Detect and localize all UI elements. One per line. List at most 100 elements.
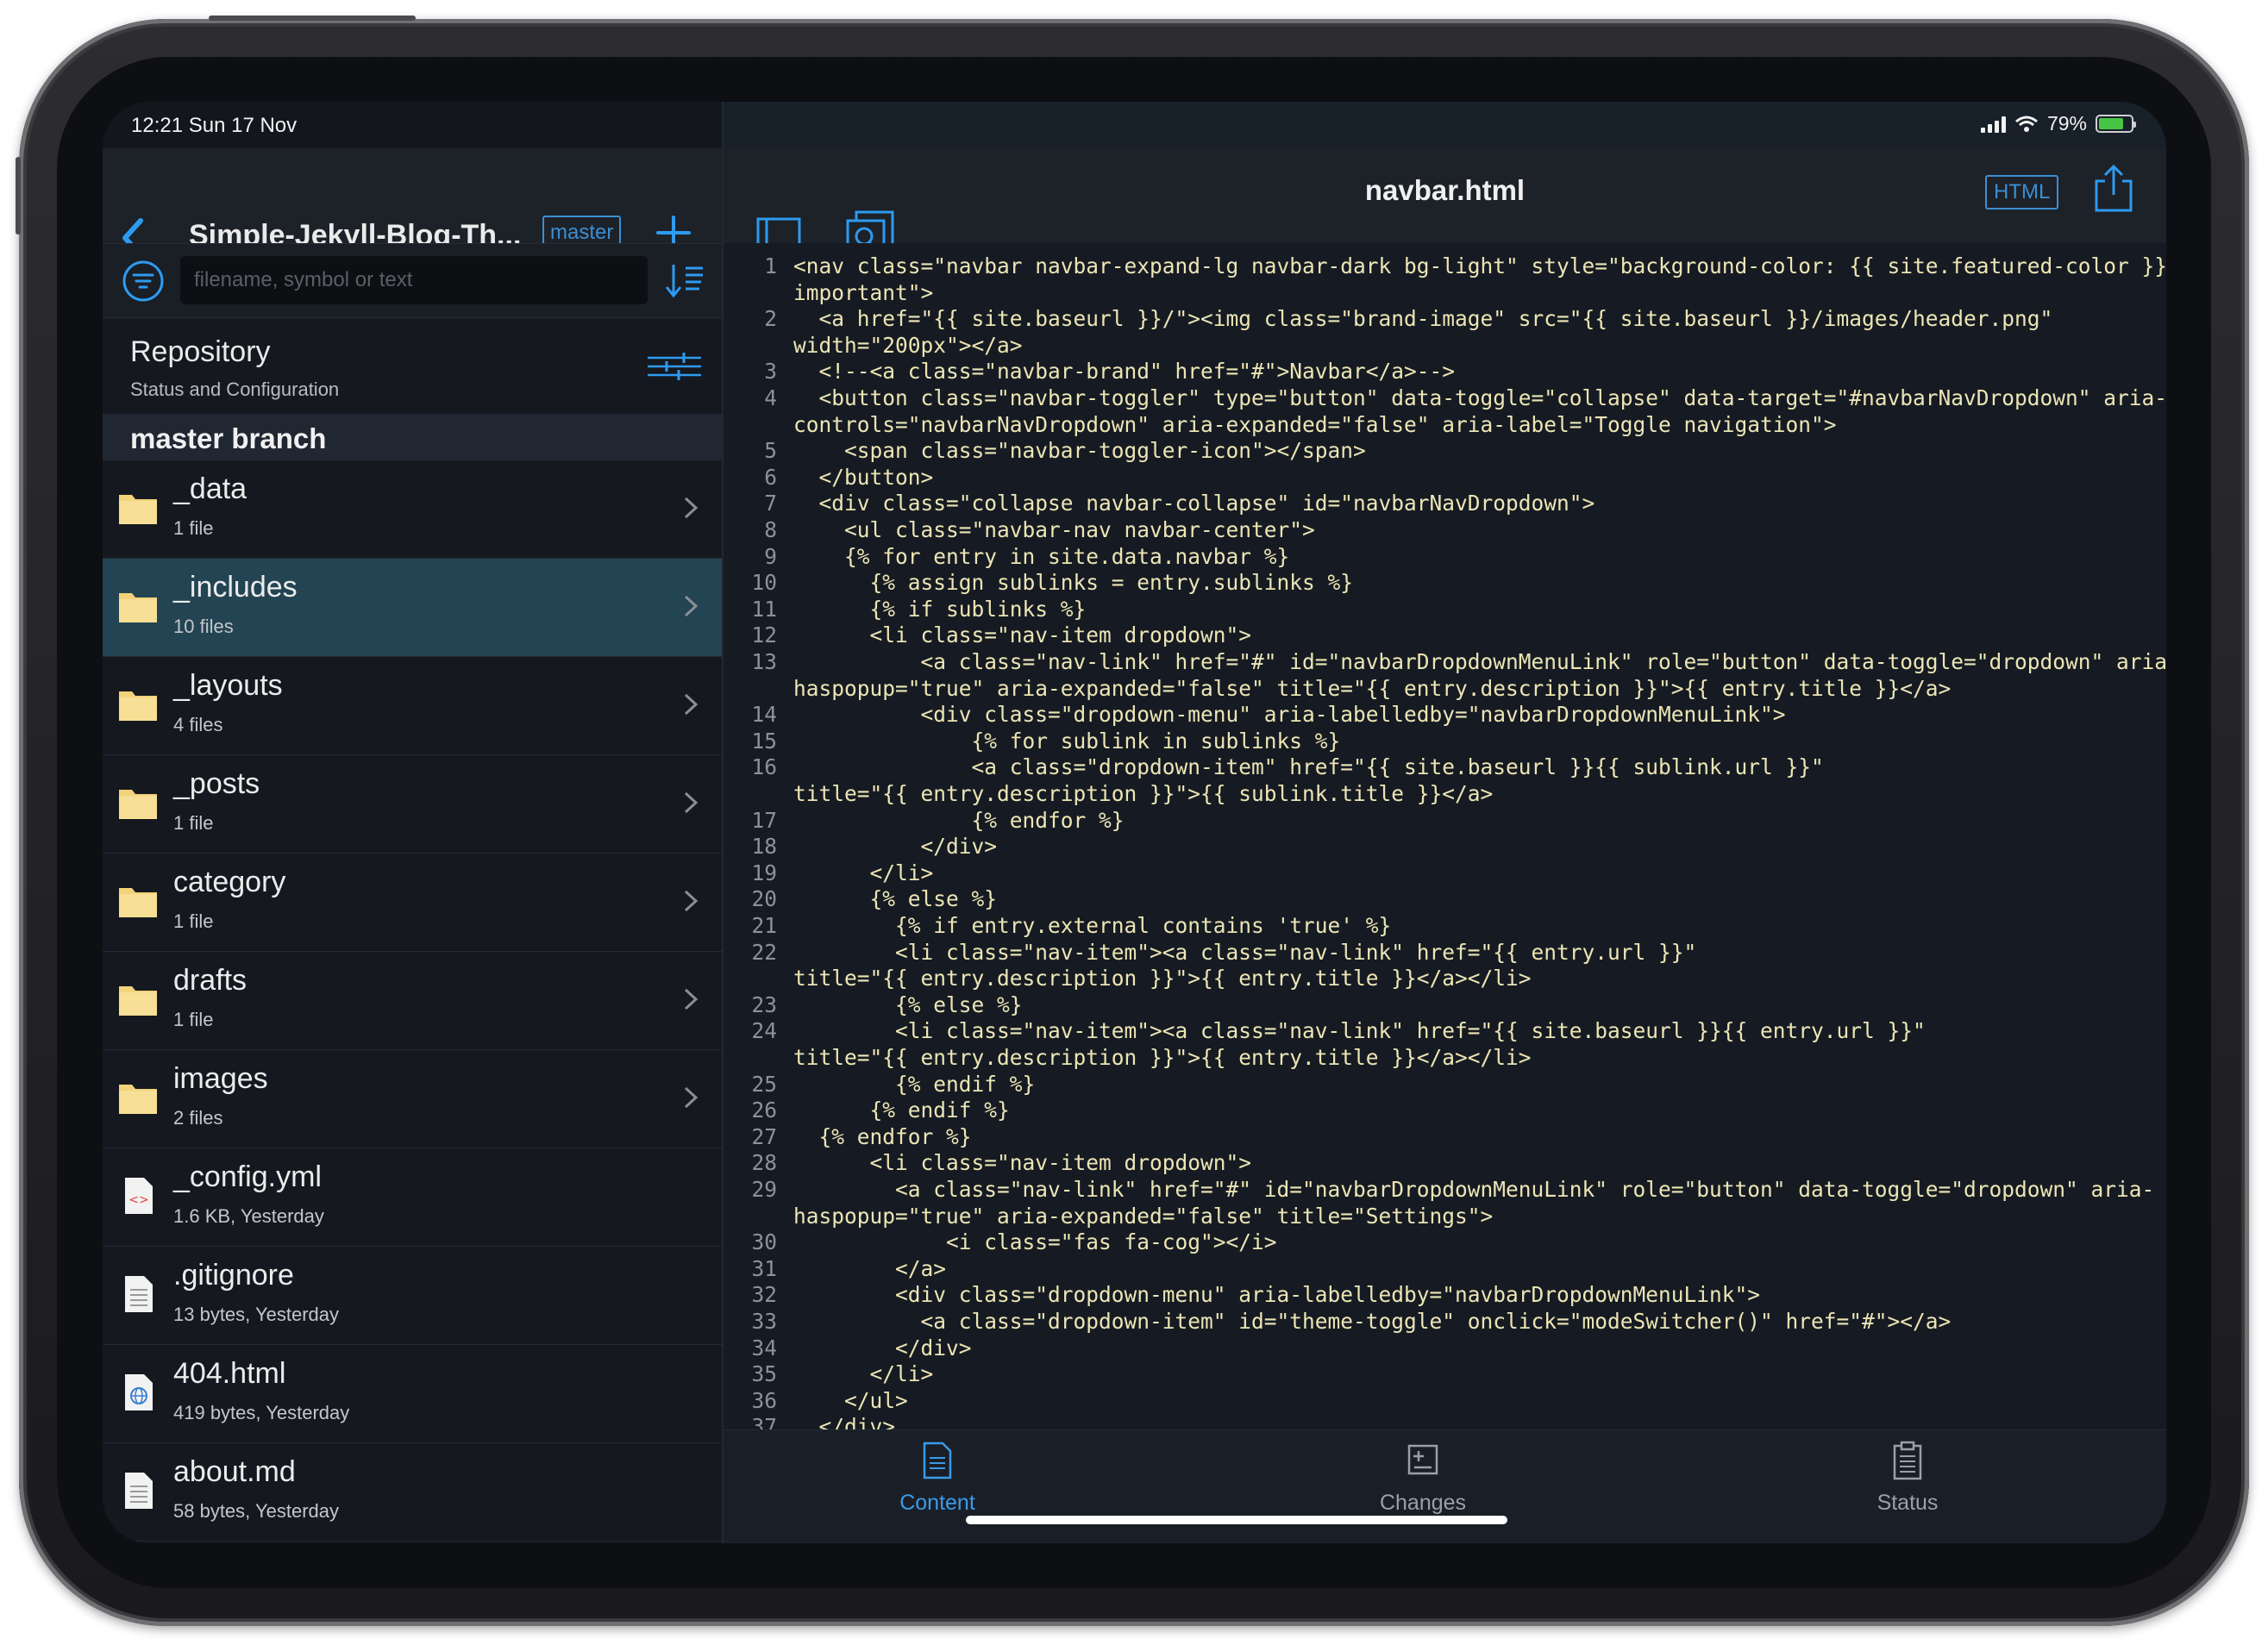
line-text: {% else %} — [793, 991, 1023, 1017]
folder-row[interactable]: category 1 file — [103, 854, 722, 952]
document-title: navbar.html — [1364, 174, 1526, 206]
repository-label: Repository — [130, 335, 271, 368]
line-number: 14 — [751, 702, 777, 728]
branch-section-header: master branch — [103, 414, 722, 460]
line-text: title="{{ entry.description }}">{{ subli… — [793, 781, 1494, 806]
file-meta: 1 file — [173, 910, 214, 932]
file-meta: 1.6 KB, Yesterday — [173, 1205, 324, 1227]
line-text: <li class="nav-item dropdown"> — [793, 1150, 1252, 1176]
top-button — [209, 16, 416, 21]
line-number: 19 — [751, 860, 777, 885]
line-number: 9 — [764, 543, 777, 569]
line-number: 8 — [764, 517, 777, 542]
sort-icon[interactable] — [661, 260, 706, 303]
line-text: title="{{ entry.description }}">{{ entry… — [793, 1045, 1532, 1070]
code-line: controls="navbarNavDropdown" aria-expand… — [724, 412, 2166, 438]
battery-fill — [2099, 118, 2124, 129]
line-text: <a class="dropdown-item" id="theme-toggl… — [793, 1309, 1952, 1334]
file-row[interactable]: 404.html 419 bytes, Yesterday — [103, 1345, 722, 1443]
file-meta: 1 file — [173, 812, 214, 834]
code-line: 20 {% else %} — [724, 886, 2166, 912]
code-file-icon: <> — [116, 1174, 160, 1217]
code-editor[interactable]: 1 <nav class="navbar navbar-expand-lg nav… — [724, 243, 2166, 1429]
folder-row[interactable]: _layouts 4 files — [103, 657, 722, 755]
line-text: <a class="dropdown-item" href="{{ site.b… — [793, 754, 1824, 780]
tab-changes[interactable]: Changes — [1294, 1430, 1552, 1525]
folder-icon — [116, 978, 160, 1021]
line-number: 36 — [751, 1387, 777, 1413]
file-meta: 10 files — [173, 616, 234, 637]
share-icon[interactable] — [2093, 164, 2134, 214]
line-number: 18 — [751, 834, 777, 860]
line-text: {% endfor %} — [793, 807, 1125, 833]
filter-icon[interactable] — [122, 260, 165, 303]
file-row[interactable]: .gitignore 13 bytes, Yesterday — [103, 1247, 722, 1345]
line-number: 27 — [751, 1123, 777, 1149]
code-line: 33 <a class="dropdown-item" id="theme-to… — [724, 1309, 2166, 1335]
line-text: {% endfor %} — [793, 1123, 972, 1149]
folder-row[interactable]: drafts 1 file — [103, 952, 722, 1050]
folder-row[interactable]: _posts 1 file — [103, 755, 722, 854]
file-row[interactable]: about.md 58 bytes, Yesterday — [103, 1443, 722, 1542]
code-line: 23 {% else %} — [724, 992, 2166, 1018]
code-line: 7 <div class="collapse navbar-collapse" … — [724, 491, 2166, 516]
language-badge[interactable]: HTML — [1985, 175, 2059, 210]
code-line: 27 {% endfor %} — [724, 1124, 2166, 1150]
line-number: 31 — [751, 1255, 777, 1281]
code-line: 18 </div> — [724, 834, 2166, 860]
folder-row[interactable]: _data 1 file — [103, 460, 722, 559]
line-number: 2 — [764, 306, 777, 332]
line-text: <!--<a class="navbar-brand" href="#">Nav… — [793, 359, 1456, 385]
code-line: 32 <div class="dropdown-menu" aria-label… — [724, 1282, 2166, 1308]
line-text: </li> — [793, 1361, 934, 1387]
battery-percent: 79% — [2046, 112, 2087, 134]
search-row — [103, 243, 722, 318]
line-text: <li class="nav-item"><a class="nav-link"… — [793, 1018, 1926, 1044]
line-number: 25 — [751, 1071, 777, 1097]
code-line: title="{{ entry.description }}">{{ entry… — [724, 966, 2166, 991]
code-line: width="200px"></a> — [724, 333, 2166, 359]
screen: Simple-Jekyll-Blog-Th... master filename… — [103, 102, 2166, 1543]
file-name: _data — [173, 472, 247, 505]
line-text: <button class="navbar-toggler" type="but… — [793, 385, 2167, 410]
folder-icon — [116, 1076, 160, 1119]
line-number: 37 — [751, 1414, 777, 1429]
volume-button — [16, 157, 21, 235]
code-line: 12 <li class="nav-item dropdown"> — [724, 622, 2166, 648]
code-line: 30 <i class="fas fa-cog"></i> — [724, 1229, 2166, 1255]
repository-row[interactable]: Repository Status and Configuration — [103, 317, 722, 415]
line-number: 23 — [751, 991, 777, 1017]
file-name: _posts — [173, 767, 260, 800]
sliders-icon — [648, 353, 701, 380]
line-number: 7 — [764, 491, 777, 516]
line-text: <ul class="navbar-nav navbar-center"> — [793, 517, 1315, 542]
line-number: 28 — [751, 1150, 777, 1176]
line-number: 30 — [751, 1229, 777, 1255]
line-text: {% endif %} — [793, 1098, 1010, 1123]
folder-row[interactable]: _includes 10 files — [103, 559, 722, 657]
code-line: 22 <li class="nav-item"><a class="nav-li… — [724, 940, 2166, 966]
tab-status[interactable]: Status — [1778, 1430, 2037, 1525]
folder-icon — [116, 486, 160, 529]
file-name: _config.yml — [173, 1160, 322, 1193]
line-number: 29 — [751, 1177, 777, 1202]
line-text: <span class="navbar-toggler-icon"></span… — [793, 438, 1366, 464]
chevron-right-icon — [684, 595, 699, 617]
line-number: 17 — [751, 807, 777, 833]
code-line: haspopup="true" aria-expanded="false" ti… — [724, 676, 2166, 702]
code-line: 5 <span class="navbar-toggler-icon"></sp… — [724, 438, 2166, 464]
diff-icon — [1407, 1444, 1438, 1475]
folder-row[interactable]: images 2 files — [103, 1050, 722, 1148]
tab-content[interactable]: Content — [808, 1430, 1067, 1525]
chevron-right-icon — [684, 988, 699, 1010]
chevron-right-icon — [684, 497, 699, 519]
document-icon — [923, 1442, 952, 1479]
code-line: 36 </ul> — [724, 1388, 2166, 1414]
code-line: 34 </div> — [724, 1335, 2166, 1361]
search-input[interactable] — [180, 256, 648, 304]
line-text: {% assign sublinks = entry.sublinks %} — [793, 570, 1354, 596]
file-row[interactable]: <> _config.yml 1.6 KB, Yesterday — [103, 1148, 722, 1247]
bottom-tab-bar: Content Changes Status — [724, 1429, 2166, 1543]
text-file-icon — [116, 1273, 160, 1316]
line-number: 20 — [751, 886, 777, 912]
